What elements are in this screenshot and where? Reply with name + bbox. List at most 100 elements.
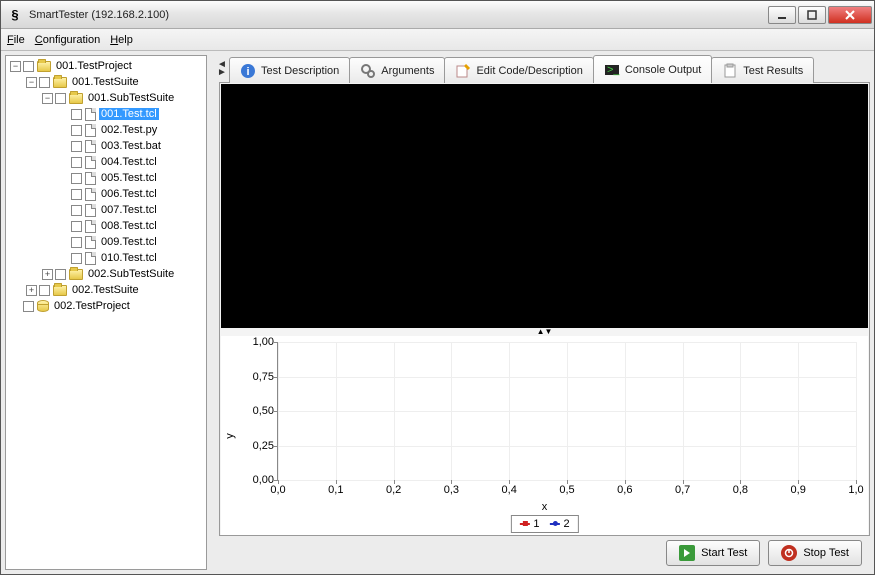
checkbox[interactable]: [71, 173, 82, 184]
x-tick: 0,3: [444, 484, 459, 496]
console-icon: >_: [604, 62, 620, 78]
menu-configuration[interactable]: Configuration: [35, 34, 100, 46]
stop-test-button[interactable]: Stop Test: [768, 540, 862, 566]
checkbox[interactable]: [71, 157, 82, 168]
legend-item: 1: [519, 518, 539, 530]
plot-area: 0,000,250,500,751,000,00,10,20,30,40,50,…: [277, 342, 856, 481]
y-tick: 0,25: [242, 440, 274, 452]
tree-node-file[interactable]: 010.Test.tcl: [6, 250, 206, 266]
vertical-splitter[interactable]: [211, 55, 215, 570]
clipboard-icon: [722, 63, 738, 79]
checkbox[interactable]: [55, 93, 66, 104]
tab-test-results[interactable]: Test Results: [711, 57, 814, 83]
tab-body: ▲▼ y 0,000,250,500,751,000,00,10,20,30,4…: [219, 82, 870, 536]
x-tick: 0,6: [617, 484, 632, 496]
app-window: § SmartTester (192.168.2.100) File Confi…: [0, 0, 875, 575]
svg-text:i: i: [246, 66, 249, 78]
tree-node-file[interactable]: 004.Test.tcl: [6, 154, 206, 170]
checkbox[interactable]: [39, 285, 50, 296]
checkbox[interactable]: [71, 189, 82, 200]
console-output[interactable]: [221, 84, 868, 328]
close-button[interactable]: [828, 6, 872, 24]
footer: Start Test Stop Test: [219, 536, 870, 570]
tree-node-file[interactable]: 002.Test.py: [6, 122, 206, 138]
svg-text:>_: >_: [607, 64, 620, 76]
checkbox[interactable]: [23, 61, 34, 72]
chart-area[interactable]: y 0,000,250,500,751,000,00,10,20,30,40,5…: [221, 336, 868, 535]
series-swatch-icon: [550, 523, 560, 525]
folder-icon: [69, 93, 83, 104]
tree-panel[interactable]: −001.TestProject −001.TestSuite −001.Sub…: [5, 55, 207, 570]
right-panel: ◄► iTest Description Arguments Edit Code…: [219, 55, 870, 570]
tree-node-file[interactable]: 001.Test.tcl: [6, 106, 206, 122]
tab-arguments[interactable]: Arguments: [349, 57, 445, 83]
edit-icon: [455, 63, 471, 79]
x-tick: 0,8: [733, 484, 748, 496]
info-icon: i: [240, 63, 256, 79]
tree-node-subsuite[interactable]: +002.SubTestSuite: [6, 266, 206, 282]
menu-file[interactable]: File: [7, 34, 25, 46]
menu-help[interactable]: Help: [110, 34, 133, 46]
x-tick: 0,2: [386, 484, 401, 496]
file-icon: [85, 220, 96, 233]
minimize-button[interactable]: [768, 6, 796, 24]
collapse-icon[interactable]: −: [10, 61, 21, 72]
tree-node-project[interactable]: −001.TestProject: [6, 58, 206, 74]
app-icon: §: [7, 7, 23, 23]
maximize-button[interactable]: [798, 6, 826, 24]
gear-icon: [360, 63, 376, 79]
file-icon: [85, 252, 96, 265]
file-icon: [85, 124, 96, 137]
checkbox[interactable]: [71, 141, 82, 152]
menubar: File Configuration Help: [1, 29, 874, 51]
checkbox[interactable]: [71, 221, 82, 232]
file-icon: [85, 188, 96, 201]
chart-legend: 1 2: [510, 515, 578, 533]
checkbox[interactable]: [71, 125, 82, 136]
tab-edit-code[interactable]: Edit Code/Description: [444, 57, 593, 83]
expand-icon[interactable]: +: [42, 269, 53, 280]
window-title: SmartTester (192.168.2.100): [29, 9, 169, 21]
checkbox[interactable]: [71, 237, 82, 248]
tab-console-output[interactable]: >_Console Output: [593, 55, 712, 83]
file-icon: [85, 204, 96, 217]
checkbox[interactable]: [71, 109, 82, 120]
checkbox[interactable]: [55, 269, 66, 280]
tree-node-file[interactable]: 009.Test.tcl: [6, 234, 206, 250]
expand-icon[interactable]: +: [26, 285, 37, 296]
collapse-icon[interactable]: −: [26, 77, 37, 88]
file-icon: [85, 108, 96, 121]
horizontal-splitter[interactable]: ▲▼: [220, 329, 869, 335]
checkbox[interactable]: [71, 253, 82, 264]
x-tick: 0,9: [791, 484, 806, 496]
tree-node-file[interactable]: 007.Test.tcl: [6, 202, 206, 218]
tree-node-file[interactable]: 005.Test.tcl: [6, 170, 206, 186]
folder-icon: [53, 77, 67, 88]
x-axis-label: x: [542, 501, 548, 513]
tree-node-suite[interactable]: +002.TestSuite: [6, 282, 206, 298]
checkbox[interactable]: [39, 77, 50, 88]
y-axis-label: y: [224, 433, 236, 439]
tree-node-subsuite[interactable]: −001.SubTestSuite: [6, 90, 206, 106]
y-tick: 0,75: [242, 371, 274, 383]
checkbox[interactable]: [71, 205, 82, 216]
collapse-icon[interactable]: −: [42, 93, 53, 104]
tree-node-file[interactable]: 008.Test.tcl: [6, 218, 206, 234]
tree-node-suite[interactable]: −001.TestSuite: [6, 74, 206, 90]
tree-node-file[interactable]: 006.Test.tcl: [6, 186, 206, 202]
tree-node-project[interactable]: 002.TestProject: [6, 298, 206, 314]
x-tick: 0,5: [559, 484, 574, 496]
folder-icon: [37, 61, 51, 72]
checkbox[interactable]: [23, 301, 34, 312]
client-area: −001.TestProject −001.TestSuite −001.Sub…: [1, 51, 874, 574]
series-swatch-icon: [519, 523, 529, 525]
tab-scroll-arrows[interactable]: ◄►: [217, 61, 227, 77]
tree-node-file[interactable]: 003.Test.bat: [6, 138, 206, 154]
x-tick: 1,0: [848, 484, 863, 496]
start-test-button[interactable]: Start Test: [666, 540, 760, 566]
folder-icon: [69, 269, 83, 280]
stop-icon: [781, 545, 797, 561]
titlebar[interactable]: § SmartTester (192.168.2.100): [1, 1, 874, 29]
tab-test-description[interactable]: iTest Description: [229, 57, 350, 83]
x-tick: 0,1: [328, 484, 343, 496]
